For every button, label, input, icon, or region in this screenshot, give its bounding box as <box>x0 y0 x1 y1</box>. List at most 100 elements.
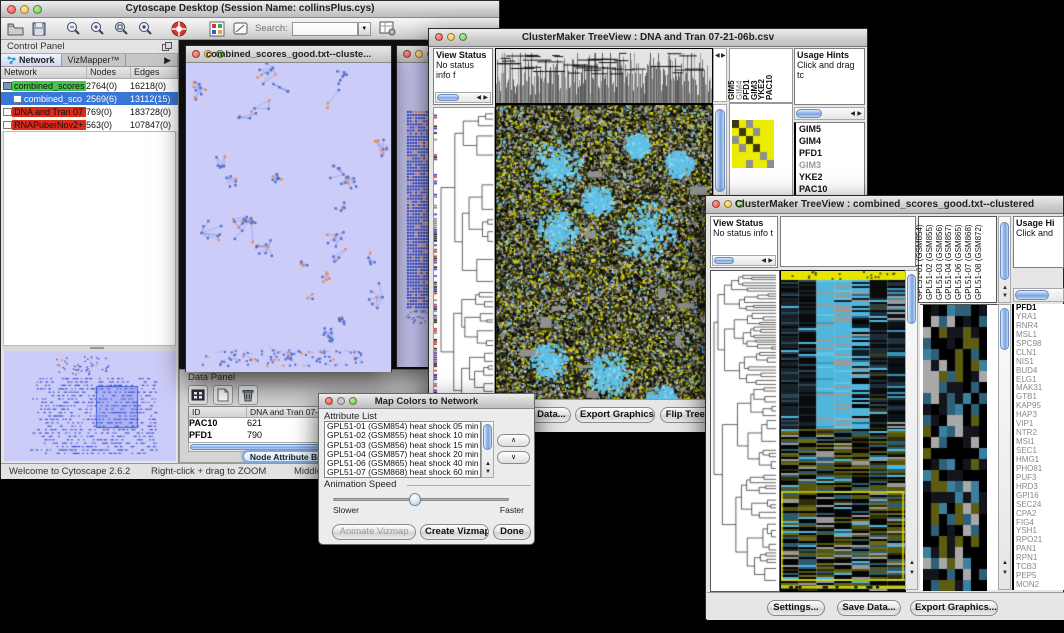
scroll-up-icon[interactable]: ▲ <box>1002 560 1008 566</box>
scrollbar-thumb[interactable] <box>1000 308 1009 350</box>
view-status-hscrollbar[interactable]: ◀ ▶ <box>435 92 491 103</box>
view-status-hscrollbar[interactable]: ◀ ▶ <box>712 255 776 266</box>
attribute-list-vscrollbar[interactable]: ▲ ▼ <box>481 421 494 478</box>
col-edges[interactable]: Edges <box>131 67 178 78</box>
network-table-header[interactable]: Network Nodes Edges <box>1 67 178 79</box>
scroll-up-icon[interactable]: ▲ <box>909 560 915 566</box>
zoom-vscrollbar[interactable]: ▲ ▼ <box>998 304 1011 590</box>
scrollbar-thumb[interactable] <box>796 109 822 118</box>
network-tree-area[interactable] <box>3 131 176 346</box>
dense-network-canvas[interactable] <box>397 63 429 367</box>
row-dendrogram-canvas[interactable] <box>710 270 780 592</box>
usage-hints-hscrollbar[interactable] <box>1013 288 1064 302</box>
slider-thumb[interactable] <box>409 493 421 506</box>
treeview1-title-bar[interactable]: ClusterMaker TreeView : DNA and Tran 07-… <box>429 29 867 47</box>
gene-label[interactable]: PAC10 <box>796 183 864 195</box>
float-panel-icon[interactable] <box>162 42 172 51</box>
scroll-right-icon[interactable]: ▶ <box>483 95 488 101</box>
save-button[interactable] <box>29 20 49 38</box>
export-graphics-button[interactable]: Export Graphics... <box>575 407 655 423</box>
delete-attribute-button[interactable] <box>238 385 258 405</box>
gene-label[interactable]: MON2 <box>1014 581 1064 590</box>
scrollbar-thumb[interactable] <box>437 94 459 101</box>
tab-vizmapper[interactable]: VizMapper™ <box>62 54 127 66</box>
gene-label[interactable]: GIM3 <box>796 159 864 171</box>
gene-label[interactable]: GIM5 <box>796 123 864 135</box>
dialog-title-bar[interactable]: Map Colors to Network <box>319 394 534 409</box>
scroll-left-icon[interactable]: ◀ <box>476 95 481 101</box>
scrollbar-thumb[interactable] <box>715 109 725 192</box>
gene-label[interactable]: YKE2 <box>796 171 864 183</box>
attribute-browser-icon[interactable] <box>378 20 398 38</box>
export-graphics-button[interactable]: Export Graphics... <box>910 600 998 616</box>
scrollbar-thumb[interactable] <box>714 257 734 264</box>
network-row[interactable]: RNAPuberNov2+563(0)107847(0) <box>1 118 178 131</box>
global-heatmap-canvas[interactable] <box>495 104 713 429</box>
usage-hints-hscrollbar[interactable]: ◀ ▶ <box>794 107 865 120</box>
new-attribute-button[interactable] <box>213 385 233 405</box>
scrollbar-thumb[interactable] <box>483 424 492 450</box>
network-overview-canvas[interactable] <box>4 351 176 461</box>
gene-label[interactable]: PFD1 <box>796 147 864 159</box>
labels-vscrollbar[interactable]: ▲ ▼ <box>998 216 1011 303</box>
scroll-left-icon[interactable]: ◀ <box>715 53 720 59</box>
network-row[interactable]: combined_sco2569(6)13112(15) <box>1 92 178 105</box>
tab-overflow-button[interactable]: ▶ <box>126 54 178 66</box>
search-dropdown-icon[interactable]: ▼ <box>358 22 371 36</box>
gene-label[interactable]: GIM4 <box>796 135 864 147</box>
scroll-left-icon[interactable]: ◀ <box>850 111 855 117</box>
zoom-matrix-canvas[interactable] <box>732 120 774 168</box>
zoom-heatmap-canvas[interactable] <box>923 305 987 591</box>
network-row[interactable]: DNA and Tran 07769(0)183728(0) <box>1 105 178 118</box>
tab-network[interactable]: Network <box>1 54 62 66</box>
scroll-up-icon[interactable]: ▲ <box>1002 285 1008 291</box>
scroll-up-icon[interactable]: ▲ <box>485 461 491 467</box>
select-attributes-button[interactable] <box>188 385 208 405</box>
save-data-button[interactable]: Save Data... <box>837 600 901 616</box>
col-id[interactable]: ID <box>189 407 247 417</box>
column-dendrogram-canvas[interactable] <box>495 48 713 104</box>
heatmap-vscrollbar[interactable]: ▲ ▼ <box>905 270 918 590</box>
network-window-background[interactable] <box>396 45 430 367</box>
scroll-right-icon[interactable]: ▶ <box>857 111 862 117</box>
close-icon[interactable] <box>403 50 411 58</box>
network-canvas[interactable] <box>186 63 391 372</box>
global-heatmap-canvas[interactable] <box>780 270 906 592</box>
zoom-out-button[interactable] <box>63 20 83 38</box>
done-button[interactable]: Done <box>493 524 531 540</box>
annotation-button[interactable] <box>231 20 251 38</box>
network-row[interactable]: combined_scores2764(0)16218(0) <box>1 79 178 92</box>
attribute-item[interactable]: GPL51-07 (GSM868) heat shock 60 min <box>325 468 480 477</box>
settings-button[interactable]: Settings... <box>767 600 825 616</box>
scroll-down-icon[interactable]: ▼ <box>1002 570 1008 576</box>
create-vizmap-button[interactable]: Create Vizmap <box>420 524 489 540</box>
scroll-left-icon[interactable]: ◀ <box>761 258 766 264</box>
treeview2-title-bar[interactable]: ClusterMaker TreeView : combined_scores_… <box>706 196 1063 214</box>
open-file-button[interactable] <box>5 20 25 38</box>
zoom-fit-button[interactable] <box>111 20 131 38</box>
scroll-right-icon[interactable]: ▶ <box>721 53 726 59</box>
zoom-in-button[interactable] <box>87 20 107 38</box>
move-up-button[interactable]: ∧ <box>497 434 530 447</box>
col-nodes[interactable]: Nodes <box>87 67 131 78</box>
scroll-down-icon[interactable]: ▼ <box>485 469 491 475</box>
minimize-icon[interactable] <box>415 50 423 58</box>
search-input[interactable]: ▼ <box>292 22 358 36</box>
col-network[interactable]: Network <box>1 67 87 78</box>
animation-speed-slider[interactable] <box>333 498 509 501</box>
scrollbar-thumb[interactable] <box>1015 290 1049 300</box>
birdseye-toggle-button[interactable] <box>207 20 227 38</box>
animate-vizmap-button[interactable]: Animate Vizmap <box>332 524 416 540</box>
scrollbar-thumb[interactable] <box>1000 222 1009 280</box>
help-lifering-icon[interactable] <box>169 20 189 38</box>
scroll-down-icon[interactable]: ▼ <box>1002 293 1008 299</box>
network-window-title-bar[interactable]: combined_scores_good.txt--cluste... <box>186 46 391 63</box>
scrollbar-thumb[interactable] <box>907 274 916 324</box>
zoom-view-panel[interactable] <box>920 304 998 590</box>
main-title-bar[interactable]: Cytoscape Desktop (Session Name: collins… <box>1 1 499 18</box>
background-window-title-bar[interactable] <box>397 46 429 63</box>
move-down-button[interactable]: ∨ <box>497 451 530 464</box>
row-dendrogram-canvas[interactable] <box>433 107 495 429</box>
scroll-down-icon[interactable]: ▼ <box>909 570 915 576</box>
scroll-right-icon[interactable]: ▶ <box>768 258 773 264</box>
